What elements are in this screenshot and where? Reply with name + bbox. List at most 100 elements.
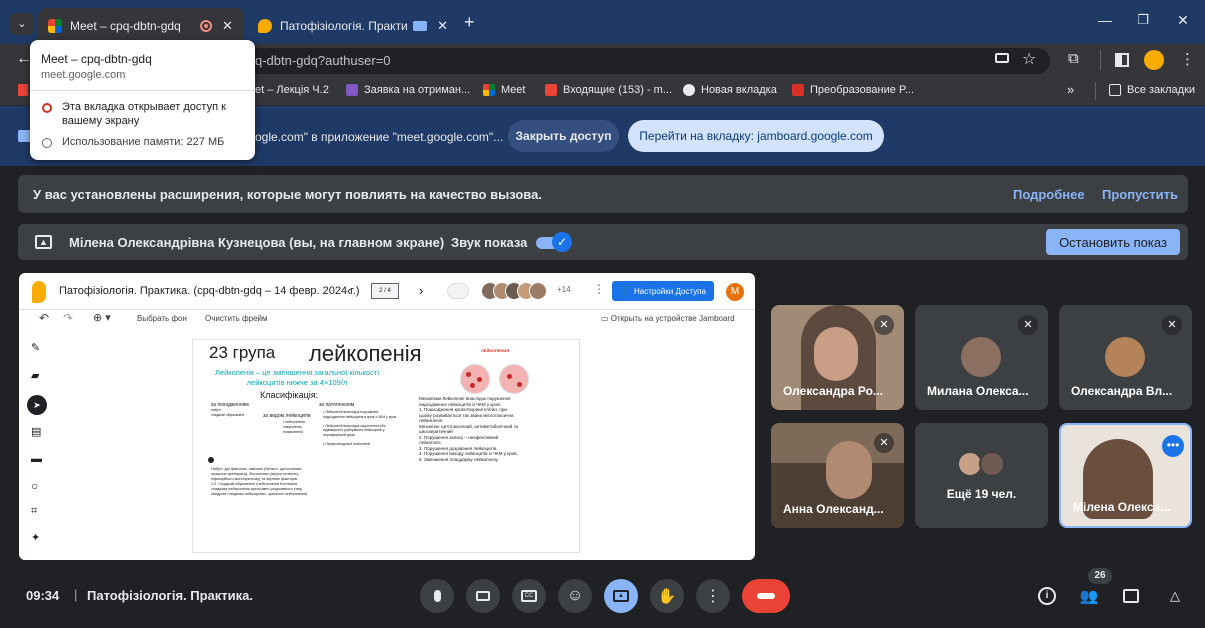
bookmark-star-icon[interactable]: ☆: [1022, 49, 1036, 69]
zoom-icon[interactable]: ⊕ ▾: [93, 311, 111, 324]
prev-frame-icon[interactable]: ‹: [347, 283, 351, 298]
extensions-icon[interactable]: ⧉: [1068, 50, 1079, 67]
participant-tile[interactable]: ✕ Олександра Вл...: [1059, 305, 1192, 410]
present-now-button[interactable]: ▲: [604, 579, 638, 613]
next-frame-icon[interactable]: ›: [419, 283, 423, 298]
bookmark-inbox[interactable]: Входящие (153) - m...: [545, 84, 672, 96]
jam-more-icon[interactable]: ⋮: [593, 282, 605, 296]
meet-present-chip[interactable]: [447, 283, 469, 299]
activities-button[interactable]: △: [1162, 583, 1188, 609]
tab-meet[interactable]: Meet – cpq-dbtn-gdq ✕: [38, 8, 244, 44]
participant-tile[interactable]: ✕ Олександра Ро...: [771, 305, 904, 410]
stop-sharing-button[interactable]: Закрыть доступ: [508, 120, 619, 152]
open-on-device-button[interactable]: ▭ Открыть на устройстве Jamboard: [601, 314, 735, 323]
set-background-button[interactable]: Выбрать фон: [137, 314, 187, 323]
hover-card-sharing: Эта вкладка открывает доступ к вашему эк…: [62, 101, 226, 127]
bookmark-pdf-convert[interactable]: Преобразование P...: [792, 84, 914, 96]
switch-to-tab-button[interactable]: Перейти на вкладку: jamboard.google.com: [628, 120, 884, 152]
shape-tool-icon[interactable]: ○: [31, 479, 38, 493]
bookmark-form[interactable]: Заявка на отриман...: [346, 84, 470, 96]
person-add-icon: 👤: [620, 286, 630, 296]
self-tile[interactable]: ••• Мілена Олекса...: [1059, 423, 1192, 528]
jam-frame[interactable]: 23 група лейкопенія ЛЕЙКОПЕНИЯ Лейкопені…: [192, 339, 580, 553]
folder-icon: [1109, 84, 1121, 96]
leukocyte-type-list: • нейтропенія лімфопенія еозинопенія: [283, 420, 305, 434]
select-tool-icon[interactable]: ➤: [27, 395, 47, 415]
profile-avatar[interactable]: [1144, 50, 1164, 70]
tile-more-options-icon[interactable]: •••: [1162, 435, 1184, 457]
more-vert-icon: ⋮: [705, 588, 721, 605]
pdf-icon: [792, 84, 804, 96]
bookmark-lecture[interactable]: et – Лекція Ч.2: [255, 84, 329, 96]
toggle-check-icon: ✓: [552, 232, 572, 252]
mic-button[interactable]: [420, 579, 454, 613]
hang-up-icon: [757, 593, 775, 599]
chat-icon: [1123, 589, 1139, 603]
participant-tile[interactable]: ✕ Анна Олександ...: [771, 423, 904, 528]
meeting-separator: |: [74, 587, 78, 602]
captions-button[interactable]: CC: [512, 579, 546, 613]
sound-share-label: Звук показа: [451, 235, 528, 250]
bookmark-meet[interactable]: Meet: [483, 84, 525, 96]
participant-face: [826, 441, 872, 499]
chat-button[interactable]: [1118, 583, 1144, 609]
redo-icon[interactable]: ↷: [63, 311, 73, 325]
eraser-tool-icon[interactable]: ▰: [31, 369, 39, 382]
reactions-button[interactable]: ☺: [558, 579, 592, 613]
form-icon: [346, 84, 358, 96]
gmail-icon[interactable]: [18, 84, 28, 96]
gmail-icon: [545, 84, 557, 96]
new-tab-icon[interactable]: +: [464, 12, 475, 33]
more-bookmarks[interactable]: »: [1067, 82, 1074, 97]
close-tab-icon[interactable]: ✕: [222, 18, 233, 34]
bullet-dot: [208, 457, 214, 463]
tab-meet-title: Meet – cpq-dbtn-gdq: [70, 19, 181, 33]
undo-icon[interactable]: ↶: [39, 311, 49, 325]
camera-button[interactable]: [466, 579, 500, 613]
meeting-details-button[interactable]: i: [1034, 583, 1060, 609]
user-avatar[interactable]: M: [726, 283, 744, 301]
toolbar-divider: [1100, 50, 1101, 70]
bookmark-new-tab[interactable]: Новая вкладка: [683, 84, 777, 96]
sticky-note-icon[interactable]: ▤: [31, 425, 41, 438]
minimize-icon[interactable]: —: [1090, 12, 1120, 28]
leukopenia-image-label: ЛЕЙКОПЕНИЯ: [481, 348, 510, 353]
mic-icon: [433, 590, 441, 602]
frame-bar-button[interactable]: 2 / 4: [371, 283, 399, 299]
access-settings-button[interactable]: 👤 Настройки Доступа: [612, 281, 714, 301]
blood-cell-image: [460, 364, 490, 394]
meeting-title: Патофізіологія. Практика.: [87, 588, 253, 603]
pen-tool-icon[interactable]: ✎: [31, 341, 40, 354]
tab-hover-card: Meet – cpq-dbtn-gdq meet.google.com Эта …: [30, 40, 255, 160]
classification-label: Класифікація:: [260, 390, 319, 400]
hover-card-title: Meet – cpq-dbtn-gdq: [41, 52, 152, 66]
tab-jamboard[interactable]: Патофізіологія. Практика. ✕: [248, 8, 458, 44]
tab-search-chevron-icon[interactable]: ⌄: [10, 13, 34, 35]
skip-link[interactable]: Пропустить: [1102, 187, 1178, 202]
restore-icon[interactable]: ❐: [1128, 12, 1158, 28]
close-tab-icon[interactable]: ✕: [437, 18, 448, 34]
frame-group-label: 23 група: [209, 343, 276, 362]
participant-avatar: [1105, 337, 1145, 377]
image-tool-icon[interactable]: ▬: [31, 453, 42, 465]
participant-tile[interactable]: ✕ Милана Олекса...: [915, 305, 1048, 410]
stop-presenting-button[interactable]: Остановить показ: [1046, 229, 1180, 255]
hand-icon: ✋: [657, 588, 677, 605]
more-options-button[interactable]: ⋮: [696, 579, 730, 613]
info-icon: i: [1038, 587, 1056, 605]
more-info-link[interactable]: Подробнее: [1013, 187, 1085, 202]
cast-icon[interactable]: [995, 53, 1009, 63]
bookmarks-divider: [1095, 82, 1096, 100]
present-screen-icon: ▲: [613, 590, 629, 602]
people-button[interactable]: 👥: [1076, 583, 1102, 609]
chrome-menu-icon[interactable]: ⋮: [1180, 50, 1195, 68]
raise-hand-button[interactable]: ✋: [650, 579, 684, 613]
side-panel-icon[interactable]: [1115, 53, 1129, 67]
close-window-icon[interactable]: ✕: [1168, 12, 1198, 29]
clear-frame-button[interactable]: Очистить фрейм: [205, 314, 268, 323]
laser-tool-icon[interactable]: ✦: [31, 531, 40, 544]
all-bookmarks[interactable]: Все закладки: [1109, 84, 1195, 96]
more-participants-tile[interactable]: Ещё 19 чел.: [915, 423, 1048, 528]
text-box-icon[interactable]: ⌗: [31, 505, 37, 518]
leave-call-button[interactable]: [742, 579, 790, 613]
